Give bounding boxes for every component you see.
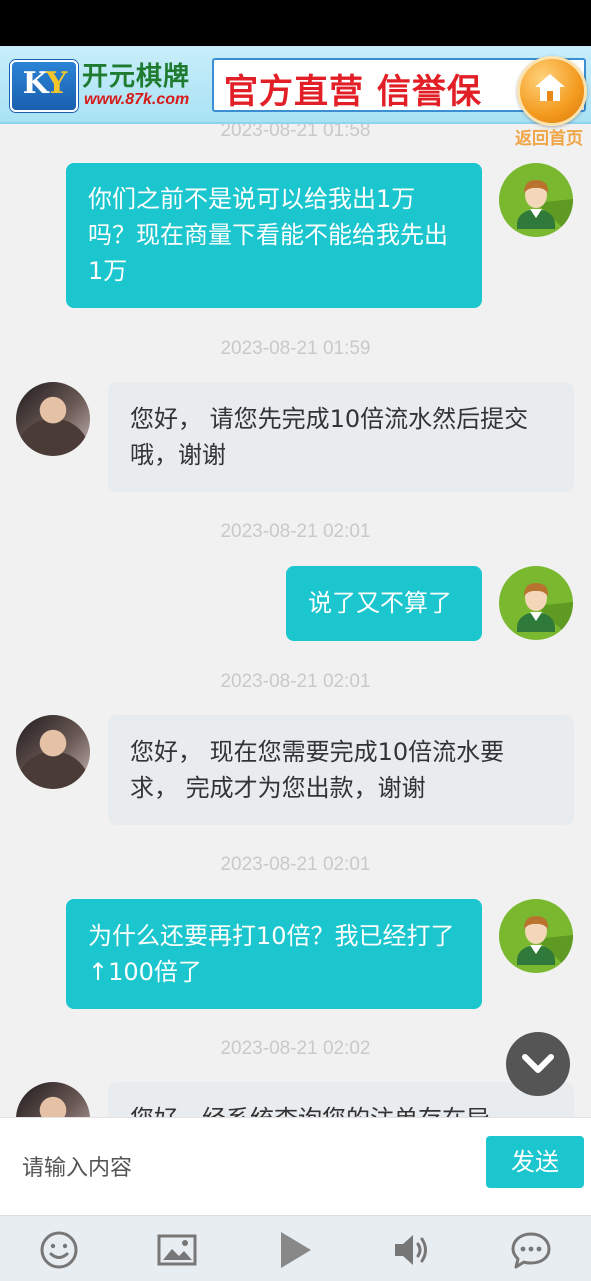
send-button[interactable]: 发送 — [486, 1136, 584, 1188]
user-avatar-icon — [517, 180, 573, 237]
message-bubble-incoming: 您好， 现在您需要完成10倍流水要求， 完成才为您出款，谢谢 — [108, 715, 574, 825]
agent-avatar — [16, 382, 90, 456]
scroll-to-bottom-button[interactable] — [506, 1032, 570, 1096]
user-avatar-icon — [517, 583, 573, 640]
timestamp: 2023-08-21 02:01 — [220, 521, 371, 542]
image-icon[interactable] — [155, 1228, 199, 1272]
timestamp: 2023-08-21 01:58 — [220, 124, 371, 141]
message-bubble-incoming: 您好， 请您先完成10倍流水然后提交哦，谢谢 — [108, 382, 574, 492]
logo-url: www.87k.com — [84, 91, 190, 108]
chat-area[interactable]: 2023-08-21 01:58 你们之前不是说可以给我出1万吗？现在商量下看能… — [0, 124, 591, 1117]
timestamp: 2023-08-21 01:59 — [220, 338, 371, 359]
message-bubble-outgoing: 说了又不算了 — [286, 566, 482, 641]
logo-name: 开元棋牌 — [82, 62, 191, 92]
slogan-text: 官方直营 信誉保 — [224, 72, 482, 112]
home-icon — [535, 74, 565, 101]
play-icon[interactable] — [273, 1228, 317, 1272]
message-bubble-incoming: 您好，经系统查询您的注单存在异 — [108, 1082, 574, 1117]
timestamp: 2023-08-21 02:02 — [220, 1038, 371, 1059]
volume-icon[interactable] — [391, 1228, 435, 1272]
message-input[interactable] — [20, 1142, 464, 1194]
home-link-label[interactable]: 返回首页 — [507, 124, 591, 149]
timestamp: 2023-08-21 02:01 — [220, 671, 371, 692]
bottom-toolbar — [0, 1215, 591, 1281]
status-bar — [0, 0, 591, 46]
emoji-icon[interactable] — [37, 1228, 81, 1272]
chat-bubble-icon[interactable] — [509, 1228, 553, 1272]
timestamp: 2023-08-21 02:01 — [220, 854, 371, 875]
user-avatar — [499, 163, 573, 237]
home-button[interactable] — [517, 56, 587, 126]
message-input-bar: 发送 — [0, 1117, 591, 1216]
site-banner: KY 开元棋牌 www.87k.com 官方直营 信誉保 — [0, 46, 591, 124]
user-avatar — [499, 899, 573, 973]
message-bubble-outgoing: 你们之前不是说可以给我出1万吗？现在商量下看能不能给我先出1万 — [66, 163, 482, 308]
message-bubble-outgoing: 为什么还要再打10倍？我已经打了↑100倍了 — [66, 899, 482, 1009]
agent-avatar — [16, 1082, 90, 1117]
chevron-down-icon — [522, 1054, 554, 1073]
user-avatar-icon — [517, 916, 573, 973]
ky-logo: KY — [10, 60, 78, 112]
agent-avatar — [16, 715, 90, 789]
user-avatar — [499, 566, 573, 640]
